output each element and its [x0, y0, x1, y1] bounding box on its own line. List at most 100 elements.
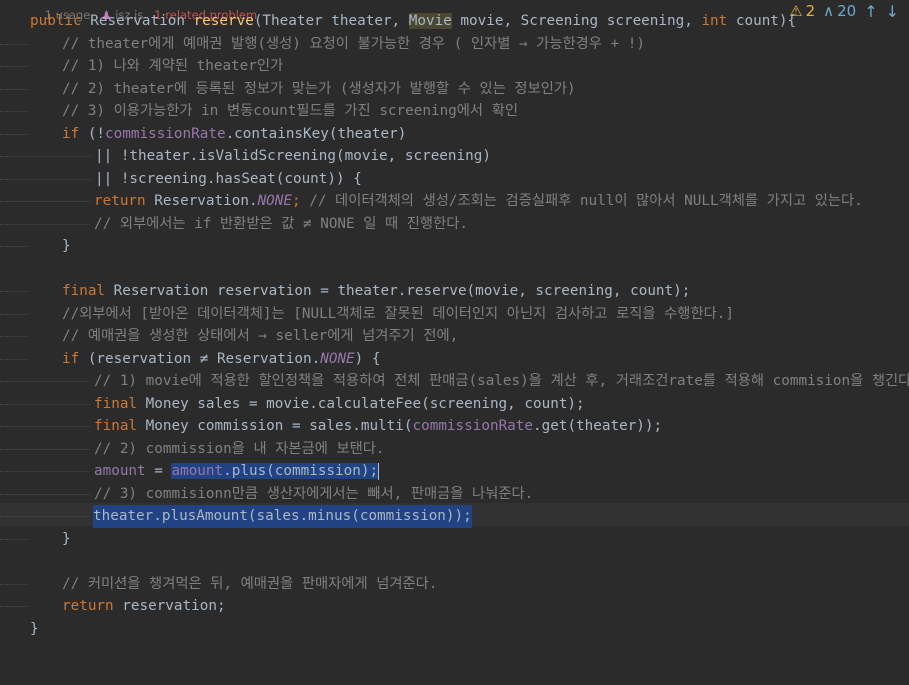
code-line-8[interactable]: || !screening.hasSeat(count)) { — [0, 168, 909, 191]
comment: // 데이터객체의 생성/조회는 검증실패후 null이 많아서 NULL객체를… — [309, 193, 863, 209]
highlighted-type: Movie — [408, 13, 452, 29]
code-line-19[interactable]: final Money commission = sales.multi(com… — [0, 415, 909, 438]
method-name: reserve — [193, 13, 254, 29]
expression: || !screening.hasSeat(count)) { — [95, 170, 362, 187]
statement: Reservation reservation = theater.reserv… — [113, 283, 691, 299]
code-line-4[interactable]: // 2) theater에 등록된 정보가 맞는가 (생성자가 발행할 수 있… — [0, 78, 909, 101]
code-line-7[interactable]: || !theater.isValidScreening(movie, scre… — [0, 145, 909, 168]
semicolon: ; — [292, 193, 310, 209]
selected-statement: theater.plusAmount(sales.minus(commissio… — [93, 505, 472, 528]
constant: NONE — [257, 193, 292, 209]
comment: // 외부에서는 if 반환받은 값 ≠ NONE 일 때 진행한다. — [94, 215, 468, 232]
indent-guide — [0, 583, 28, 585]
params: count){ — [727, 13, 797, 29]
indent-guide — [0, 381, 90, 382]
keyword: if — [62, 125, 88, 142]
expression: .containsKey(theater) — [225, 125, 407, 142]
code-line-18[interactable]: final Money sales = movie.calculateFee(s… — [0, 393, 909, 416]
brace: } — [30, 620, 39, 637]
comment: // 커미션을 챙겨먹은 뒤, 예매권을 판매자에게 넘겨준다. — [62, 575, 438, 592]
operator: = — [145, 463, 172, 479]
statement: reservation; — [122, 598, 226, 614]
code-line-6[interactable]: if (!commissionRate.containsKey(theater) — [0, 123, 909, 146]
keyword: final — [94, 395, 146, 412]
code-line-20[interactable]: // 2) commission을 내 자본금에 보탠다. — [0, 438, 909, 461]
code-line-17[interactable]: // 1) movie에 적용한 할인정책을 적용하여 전체 판매금(sales… — [0, 370, 909, 393]
type: Reservation — [90, 13, 194, 29]
keyword: return — [62, 598, 123, 614]
brace: } — [62, 238, 71, 254]
statement: .get(theater)); — [533, 418, 663, 434]
comment: // 3) commisionn만큼 생산자에게서는 빼서, 판매금을 나눠준다… — [94, 485, 534, 502]
keyword: public — [30, 13, 91, 29]
keyword: int — [701, 13, 728, 29]
indent-guide — [0, 43, 28, 45]
statement: Money sales = movie.calculateFee(screeni… — [145, 395, 585, 412]
indent-guide — [0, 201, 90, 202]
code-line-23[interactable]: theater.plusAmount(sales.minus(commissio… — [0, 505, 909, 528]
indent-guide — [0, 178, 90, 180]
comment: // 3) 이용가능한가 in 변동count필드를 가진 screening에… — [62, 103, 519, 119]
code-line-2[interactable]: // theater에게 예매권 발행(생성) 요청이 불가능한 경우 ( 인자… — [0, 33, 909, 56]
brace: } — [62, 530, 71, 547]
code-line-16[interactable]: if (reservation ≠ Reservation.NONE) { — [0, 348, 909, 371]
keyword: if — [62, 350, 88, 367]
indent-guide — [0, 358, 28, 360]
field: commissionRate — [105, 125, 226, 142]
expression: ) { — [354, 350, 381, 367]
indent-guide — [0, 313, 28, 315]
code-editor[interactable]: 1 usage ♟ isz.js 1 related problem ⚠ 2 ∧ 2… — [0, 0, 909, 642]
indent-guide — [0, 516, 90, 517]
code-line-11[interactable]: } — [0, 235, 909, 258]
expression: || !theater.isValidScreening(movie, scre… — [95, 148, 491, 164]
operator: (! — [87, 125, 106, 142]
statement: Money commission = sales.multi( — [145, 418, 413, 434]
code-line-3[interactable]: // 1) 나와 계약된 theater인가 — [0, 55, 909, 78]
expression: (reservation ≠ Reservation. — [87, 350, 321, 367]
comment: //외부에서 [받아온 데이터객체]는 [NULL객체로 잘못된 데이터인지 아… — [62, 305, 734, 322]
comment: // 예매권을 생성한 상태에서 → seller에게 넘겨주기 전에, — [62, 328, 459, 344]
params: (Theater theater, — [253, 13, 409, 29]
params: movie, Screening screening, — [451, 13, 702, 29]
code-line-15[interactable]: // 예매권을 생성한 상태에서 → seller에게 넘겨주기 전에, — [0, 325, 909, 348]
indent-guide — [0, 111, 28, 112]
comment: // 1) 나와 계약된 theater인가 — [62, 58, 284, 74]
indent-guide — [0, 133, 28, 135]
code-line-24[interactable]: } — [0, 528, 909, 551]
indent-guide — [0, 493, 90, 495]
comment: // theater에게 예매권 발행(생성) 요청이 불가능한 경우 ( 인자… — [62, 35, 645, 52]
indent-guide — [0, 88, 28, 90]
text-caret — [378, 462, 380, 480]
code-line-14[interactable]: //외부에서 [받아온 데이터객체]는 [NULL객체로 잘못된 데이터인지 아… — [0, 303, 909, 326]
code-line-5[interactable]: // 3) 이용가능한가 in 변동count필드를 가진 screening에… — [0, 100, 909, 123]
code-line-13[interactable]: final Reservation reservation = theater.… — [0, 280, 909, 303]
indent-guide — [0, 403, 90, 405]
constant: NONE — [320, 350, 355, 367]
code-line-21[interactable]: amount = amount.plus(commission); — [0, 460, 909, 483]
indent-guide — [0, 246, 28, 247]
selected-field: amount — [171, 463, 224, 479]
keyword: final — [94, 418, 146, 434]
code-line-10[interactable]: // 외부에서는 if 반환받은 값 ≠ NONE 일 때 진행한다. — [0, 213, 909, 236]
indent-guide — [0, 336, 28, 337]
keyword: return — [94, 193, 155, 209]
comment: // 2) commission을 내 자본금에 보탠다. — [94, 440, 385, 457]
indent-guide — [0, 606, 28, 607]
indent-guide — [0, 156, 90, 157]
field: commissionRate — [412, 418, 534, 434]
code-line-9[interactable]: return Reservation.NONE; // 데이터객체의 생성/조회… — [0, 190, 909, 213]
code-line-27[interactable]: return reservation; — [0, 595, 909, 618]
code-line-22[interactable]: // 3) commisionn만큼 생산자에게서는 빼서, 판매금을 나눠준다… — [0, 483, 909, 506]
indent-guide — [0, 538, 28, 540]
indent-guide — [0, 223, 90, 225]
code-line-26[interactable]: // 커미션을 챙겨먹은 뒤, 예매권을 판매자에게 넘겨준다. — [0, 573, 909, 596]
type: Reservation. — [154, 193, 258, 209]
code-line-28[interactable]: } — [0, 618, 909, 641]
indent-guide — [0, 66, 28, 67]
indent-guide — [0, 448, 90, 450]
field: amount — [94, 463, 146, 479]
keyword: final — [62, 283, 114, 299]
indent-guide — [0, 471, 90, 472]
code-line-1[interactable]: public Reservation reserve(Theater theat… — [0, 10, 909, 33]
indent-guide — [0, 426, 90, 427]
